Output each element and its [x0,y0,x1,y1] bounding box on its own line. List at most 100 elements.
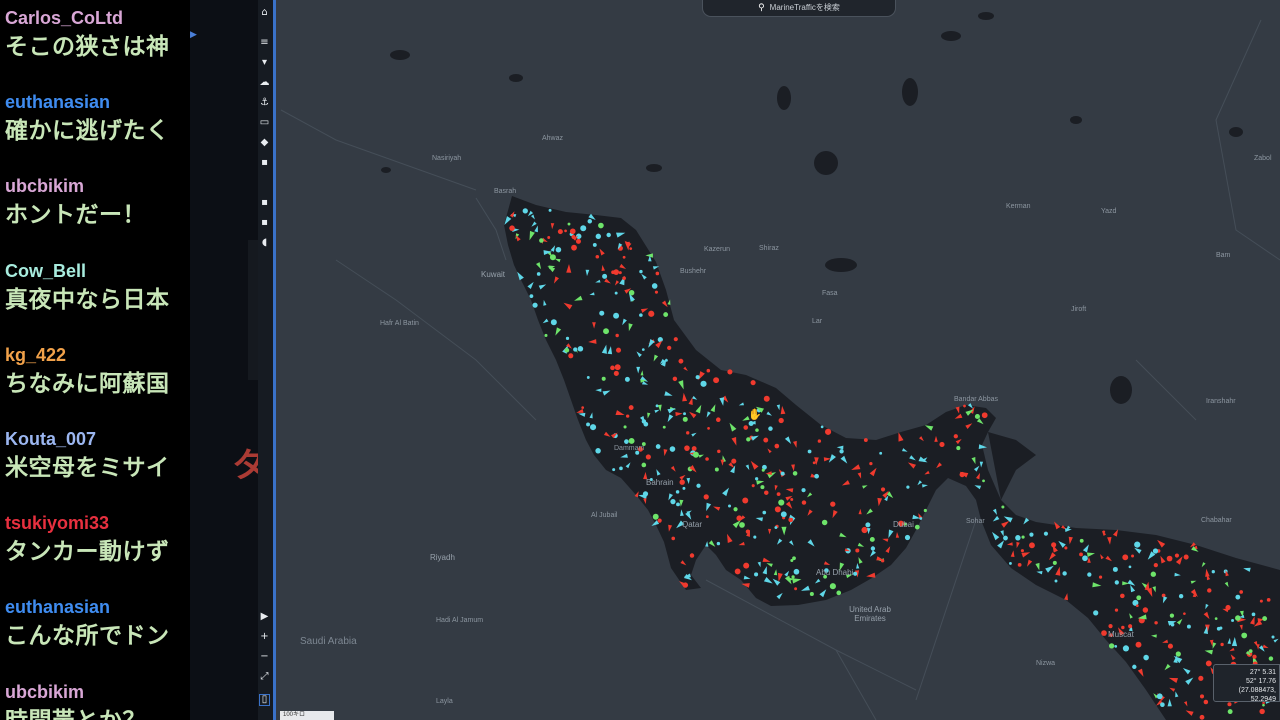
ship-dot[interactable] [532,302,538,308]
ship-dot[interactable] [673,337,678,342]
map-canvas[interactable]: ⚲ MarineTrafficを検索 Kuwait Basrah Ahwaz Na… [276,0,1280,720]
ship-dot[interactable] [727,369,733,375]
ship-dot[interactable] [1198,675,1204,681]
ship-dot[interactable] [869,536,875,542]
ship-dot[interactable] [628,437,635,444]
ship-dot[interactable] [807,449,812,454]
ship-dot[interactable] [575,233,582,239]
ship-dot[interactable] [1183,554,1189,560]
ship-dot[interactable] [610,365,615,371]
ship-dot[interactable] [686,431,690,435]
ship-dot[interactable] [1101,630,1107,636]
ship-dot[interactable] [870,546,876,551]
ship-dot[interactable] [743,562,750,569]
ship-dot[interactable] [1029,532,1034,537]
ship-dot[interactable] [754,572,759,577]
ship-dot[interactable] [595,254,600,259]
ship-dot[interactable] [820,425,824,429]
ship-dot[interactable] [700,380,707,387]
ship-dot[interactable] [622,255,626,259]
ship-dot[interactable] [774,506,781,513]
user-icon[interactable]: ▯ [259,694,270,706]
ship-dot[interactable] [651,283,658,289]
ship-dot[interactable] [662,425,666,429]
ship-dot[interactable] [753,535,757,539]
ship-dot[interactable] [792,471,798,476]
weather-icon[interactable]: ☁ [259,78,270,88]
ship-dot[interactable] [544,333,548,337]
ship-dot[interactable] [1248,649,1253,654]
layers-icon[interactable]: ≡ [259,38,270,48]
ship-dot[interactable] [1054,579,1058,583]
ship-dot[interactable] [622,276,626,280]
ship-dot[interactable] [1134,541,1141,548]
ship-dot[interactable] [821,519,828,526]
location-icon[interactable]: ◖ [259,238,270,248]
ship-dot[interactable] [564,347,570,353]
ship-dot[interactable] [619,466,623,471]
ship-dot[interactable] [1251,612,1256,617]
fullscreen-icon[interactable]: ⤢ [259,672,270,682]
ship-dot[interactable] [536,272,541,276]
ship-dot[interactable] [684,445,690,451]
ship-dot[interactable] [879,451,883,455]
ship-dot[interactable] [602,273,608,279]
ship-dot[interactable] [794,587,798,591]
ship-dot[interactable] [1114,608,1119,612]
ship-dot[interactable] [1108,643,1115,649]
search-box[interactable]: ⚲ MarineTrafficを検索 [702,0,896,17]
ship-dot[interactable] [939,441,945,448]
ship-dot[interactable] [648,310,655,317]
ship-dot[interactable] [628,405,634,411]
ship-dot[interactable] [904,534,911,541]
ship-dot[interactable] [1175,651,1181,657]
ship-dot[interactable] [555,246,562,253]
ship-dot[interactable] [606,232,611,238]
ship-dot[interactable] [657,336,663,343]
ship-dot[interactable] [1136,604,1139,608]
ship-dot[interactable] [734,568,741,575]
ship-dot[interactable] [1020,549,1024,553]
ship-dot[interactable] [529,294,534,299]
ship-dot[interactable] [625,414,630,418]
ship-dot[interactable] [696,483,701,488]
ship-dot[interactable] [953,434,958,439]
ship-dot[interactable] [639,313,643,317]
ship-dot[interactable] [733,507,738,512]
ship-dot[interactable] [1079,538,1084,543]
events-icon[interactable]: ▪ [259,218,270,228]
ship-dot[interactable] [880,559,885,563]
ship-dot[interactable] [974,413,980,420]
ship-dot[interactable] [764,490,769,495]
ship-dot[interactable] [739,522,745,528]
ship-dot[interactable] [678,358,684,364]
ship-dot[interactable] [1043,531,1049,536]
ship-dot[interactable] [1015,535,1021,541]
ship-dot[interactable] [1122,554,1129,561]
ship-dot[interactable] [663,312,669,317]
ship-dot[interactable] [613,370,619,376]
ship-dot[interactable] [599,310,605,316]
ship-dot[interactable] [615,333,619,338]
ship-dot[interactable] [705,515,709,519]
ship-dot[interactable] [1114,645,1118,648]
ship-dot[interactable] [642,491,649,497]
ship-dot[interactable] [676,502,680,507]
ship-dot[interactable] [755,428,759,432]
ship-dot[interactable] [1266,597,1271,602]
ship-dot[interactable] [829,583,836,590]
ship-dot[interactable] [672,376,678,382]
ship-dot[interactable] [705,457,709,461]
ship-dot[interactable] [629,247,633,250]
ship-dot[interactable] [790,497,794,501]
ship-dot[interactable] [675,490,680,494]
ship-dot[interactable] [1169,613,1175,618]
ship-dot[interactable] [812,461,816,465]
ship-dot[interactable] [714,467,719,472]
ship-dot[interactable] [655,404,659,408]
ship-dot[interactable] [923,508,927,513]
ship-dot[interactable] [670,499,676,505]
ship-dot[interactable] [1262,703,1265,707]
ship-arrow[interactable] [741,583,750,588]
ship-dot[interactable] [776,492,781,496]
